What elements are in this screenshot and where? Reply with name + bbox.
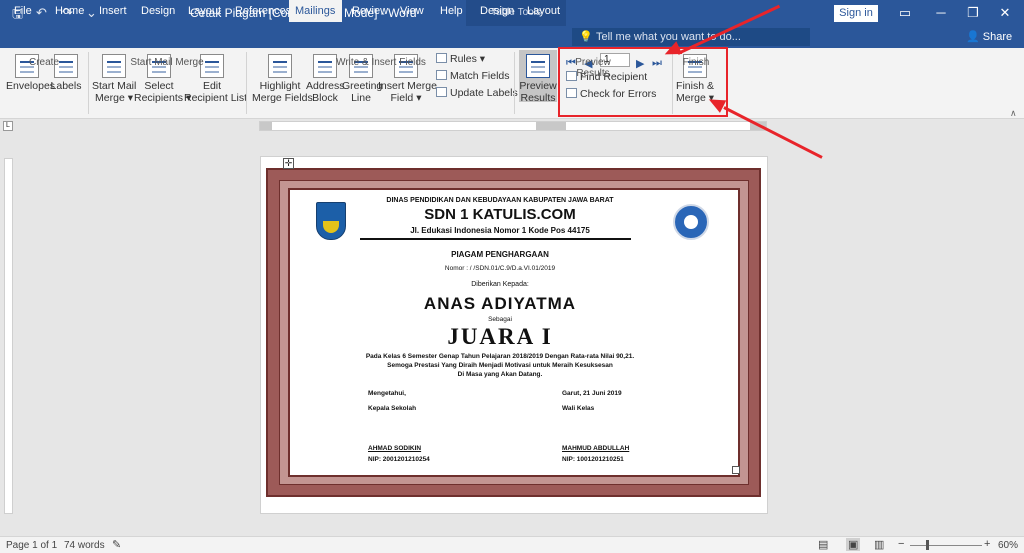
insert-merge-field-label: Insert Merge Field ▾: [378, 80, 437, 104]
as-label: Sebagai: [488, 316, 512, 323]
tab-home[interactable]: Home: [49, 0, 90, 22]
highlight-label: Highlight Merge Fields: [252, 80, 313, 104]
lightbulb-icon: 💡: [579, 31, 593, 43]
tab-selector-icon[interactable]: L: [3, 121, 13, 131]
ruler-margin: [260, 122, 272, 130]
table-move-handle-icon[interactable]: ✛: [283, 158, 294, 169]
read-mode-icon[interactable]: ▤: [818, 538, 828, 551]
zoom-slider[interactable]: [910, 545, 982, 546]
school-address: Jl. Edukasi Indonesia Nomor 1 Kode Pos 4…: [410, 226, 590, 235]
homeroom-teacher-label: Wali Kelas: [562, 405, 595, 412]
tab-mailings[interactable]: Mailings: [289, 0, 342, 22]
award-rank: JUARA I: [447, 324, 553, 349]
start-mail-merge-label: Start Mail Merge ▾: [92, 80, 137, 104]
person-icon: 👤: [966, 31, 983, 43]
principal-label: Kepala Sekolah: [368, 405, 417, 412]
match-fields-label: Match Fields: [450, 70, 510, 82]
proofing-icon[interactable]: ✎: [112, 538, 121, 551]
divider: [246, 52, 247, 114]
envelopes-label: Envelopes: [6, 80, 56, 92]
match-fields-button[interactable]: Match Fields: [436, 70, 510, 82]
restore-icon[interactable]: ❐: [960, 3, 986, 23]
tab-file[interactable]: File: [8, 0, 38, 22]
page-count[interactable]: Page 1 of 1: [6, 540, 57, 551]
school-name: SDN 1 KATULIS.COM: [424, 206, 576, 223]
sign-in-button[interactable]: Sign in: [834, 5, 878, 22]
share-label: Share: [982, 31, 1013, 43]
zoom-slider-thumb[interactable]: [926, 540, 929, 550]
greeting-line-label: Greeting Line: [342, 80, 383, 104]
tab-help[interactable]: Help: [434, 0, 469, 22]
header-rule: [360, 238, 631, 240]
description-line-2: Semoga Prestasi Yang Diraih Menjadi Moti…: [387, 362, 613, 369]
labels-label: Labels: [50, 80, 82, 92]
status-bar: Page 1 of 1 74 words ✎ ▤ ▣ ▥ − + 60%: [0, 536, 1024, 553]
select-recipients-label: Select Recipients ▾: [134, 80, 192, 104]
table-resize-handle[interactable]: [732, 466, 740, 474]
edit-recipient-list-label: Edit Recipient List: [184, 80, 248, 104]
zoom-out-icon[interactable]: −: [898, 538, 904, 550]
vertical-ruler[interactable]: [4, 158, 13, 514]
group-create: Create: [28, 57, 59, 68]
tab-references[interactable]: References: [229, 0, 297, 22]
web-layout-icon[interactable]: ▥: [874, 538, 884, 551]
divider: [88, 52, 89, 114]
divider: [514, 52, 515, 114]
tut-wuri-handayani-logo: [673, 204, 709, 240]
word-count[interactable]: 74 words: [64, 540, 105, 551]
tab-insert[interactable]: Insert: [93, 0, 133, 22]
preview-icon: [526, 54, 550, 78]
match-fields-icon: [436, 70, 447, 80]
group-write-insert-fields: Write & Insert Fields: [336, 57, 426, 68]
agency-name: DINAS PENDIDIKAN DAN KEBUDAYAAN KABUPATE…: [386, 197, 614, 204]
description-line-3: Di Masa yang Akan Datang.: [457, 371, 543, 378]
close-icon[interactable]: ✕: [992, 3, 1018, 23]
principal-name: AHMAD SODIKIN: [368, 445, 422, 452]
acknowledged-label: Mengetahui,: [368, 390, 406, 397]
zoom-in-icon[interactable]: +: [984, 538, 990, 550]
tab-design[interactable]: Design: [135, 0, 181, 22]
update-labels-label: Update Labels: [450, 87, 518, 99]
ruler-column-gap: [536, 122, 566, 130]
given-to-label: Diberikan Kepada:: [471, 281, 529, 288]
tab-table-layout[interactable]: Layout: [521, 0, 566, 22]
place-date: Garut, 21 Juni 2019: [562, 390, 622, 397]
preview-results-button[interactable]: Preview Results: [519, 54, 557, 104]
collapse-ribbon-icon[interactable]: ∧: [1010, 108, 1017, 119]
tell-me-search[interactable]: 💡 Tell me what you want to do...: [572, 28, 810, 46]
certificate-heading: PIAGAM PENGHARGAAN: [451, 250, 549, 259]
recipient-name: ANAS ADIYATMA: [423, 294, 577, 313]
update-labels-icon: [436, 87, 447, 97]
horizontal-ruler[interactable]: [259, 121, 767, 131]
tab-table-design[interactable]: Design: [474, 0, 520, 22]
share-button[interactable]: 👤 Share: [966, 30, 1012, 43]
address-block-label: Address Block: [306, 80, 345, 104]
ribbon-tabs: [0, 26, 1024, 48]
group-start-mail-merge: Start Mail Merge: [130, 57, 204, 68]
preview-results-label: Preview Results: [519, 80, 557, 104]
minimize-icon[interactable]: ─: [928, 3, 954, 23]
principal-nip: NIP: 2001201210254: [368, 456, 430, 463]
tab-review[interactable]: Review: [346, 0, 394, 22]
zoom-level[interactable]: 60%: [998, 540, 1018, 551]
teacher-name: MAHMUD ABDULLAH: [562, 445, 630, 452]
highlight-annotation-box: [558, 47, 728, 117]
tab-view[interactable]: View: [394, 0, 430, 22]
tab-layout[interactable]: Layout: [182, 0, 227, 22]
print-layout-icon[interactable]: ▣: [846, 538, 861, 551]
teacher-nip: NIP: 1001201210251: [562, 456, 624, 463]
certificate-number: Nomor : / /SDN.01/C.9/D.a.VI.01/2019: [444, 265, 556, 272]
update-labels-button[interactable]: Update Labels: [436, 87, 518, 99]
ribbon-display-icon[interactable]: ▭: [892, 3, 918, 23]
description-line-1: Pada Kelas 6 Semester Genap Tahun Pelaja…: [365, 353, 635, 360]
